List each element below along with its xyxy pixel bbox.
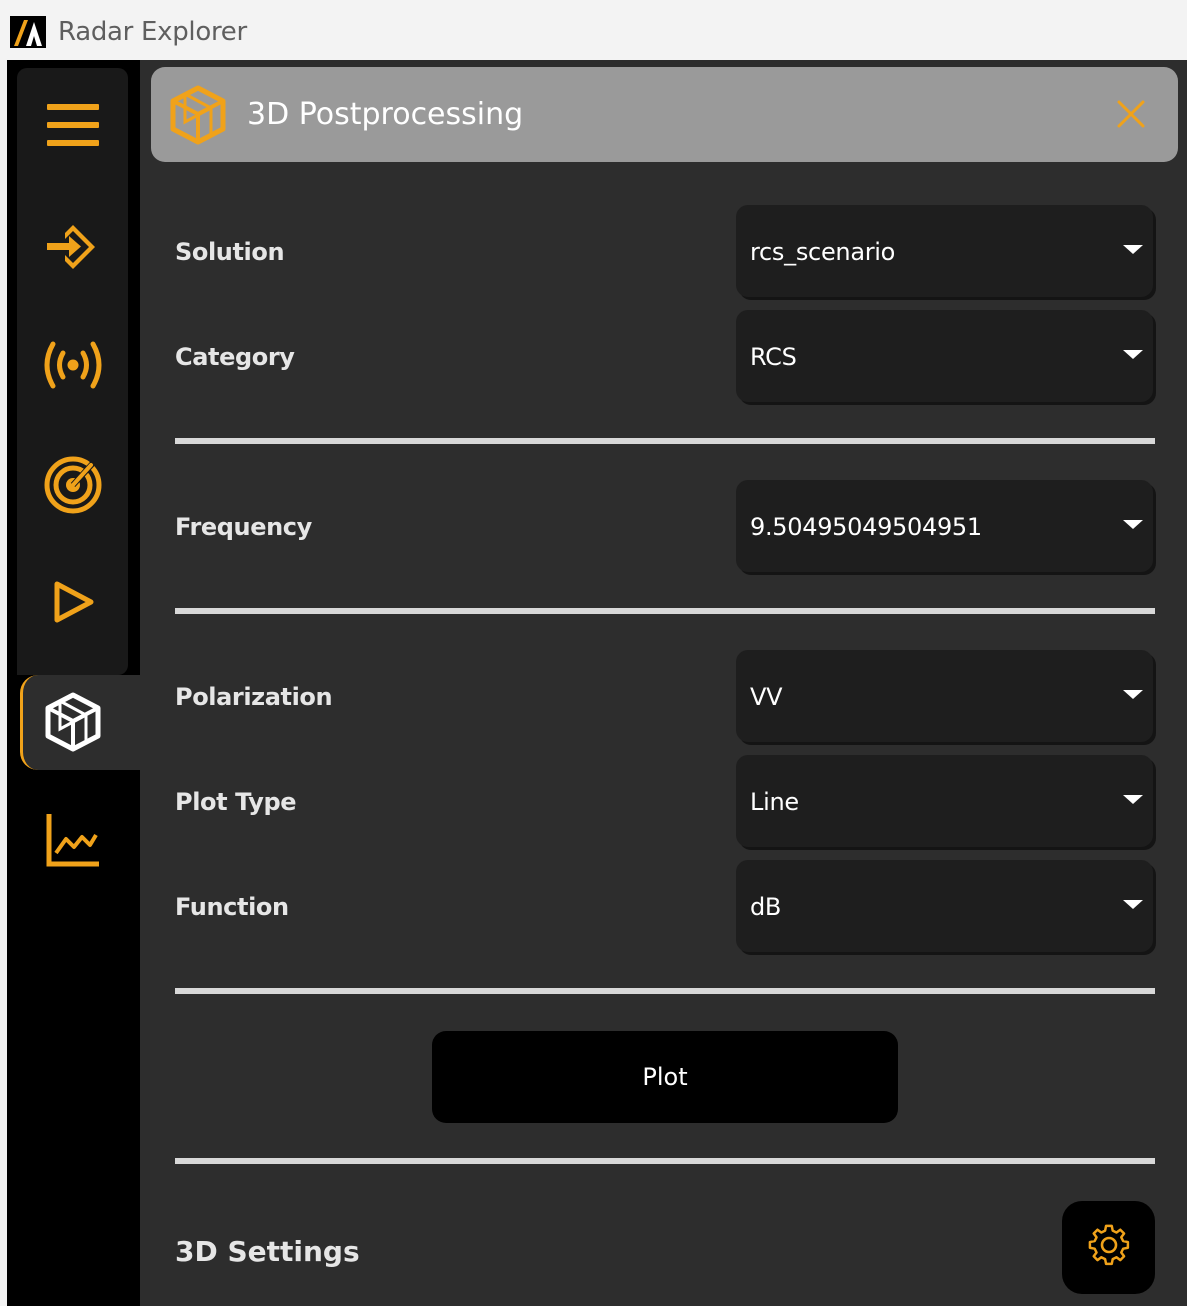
app-logo (10, 16, 46, 48)
frequency-label: Frequency (175, 513, 312, 541)
import-icon (43, 221, 103, 273)
sidebar-item-antenna[interactable] (17, 320, 128, 410)
cube-3d-icon (42, 691, 104, 753)
frequency-select[interactable]: 9.50495049504951 (736, 480, 1153, 572)
function-value: dB (750, 893, 782, 921)
sidebar-item-3d-postprocessing[interactable] (17, 677, 128, 767)
divider (175, 988, 1155, 994)
settings-button[interactable] (1062, 1201, 1155, 1294)
function-label: Function (175, 893, 289, 921)
solution-label: Solution (175, 238, 285, 266)
cube-3d-icon (167, 84, 229, 151)
close-icon (1111, 100, 1151, 138)
chevron-down-icon (1123, 245, 1143, 254)
antenna-signal-icon (41, 338, 105, 392)
divider (175, 1158, 1155, 1164)
panel-title: 3D Postprocessing (247, 97, 524, 132)
category-select[interactable]: RCS (736, 310, 1153, 402)
line-chart-icon (44, 811, 102, 869)
category-label: Category (175, 343, 295, 371)
hamburger-menu-icon (45, 102, 101, 148)
sidebar-item-import[interactable] (17, 202, 128, 292)
plot-type-select[interactable]: Line (736, 755, 1153, 847)
plot-button[interactable]: Plot (432, 1031, 898, 1123)
gear-icon (1088, 1224, 1130, 1271)
category-value: RCS (750, 343, 797, 371)
chevron-down-icon (1123, 900, 1143, 909)
solution-value: rcs_scenario (750, 238, 896, 266)
plot-type-value: Line (750, 788, 799, 816)
chevron-down-icon (1123, 795, 1143, 804)
title-bar: Radar Explorer (0, 0, 1187, 60)
function-select[interactable]: dB (736, 860, 1153, 952)
main-panel: 3D Postprocessing Solution rcs_scenario … (140, 60, 1187, 1306)
sidebar-item-run[interactable] (17, 557, 128, 647)
frequency-value: 9.50495049504951 (750, 513, 982, 541)
chevron-down-icon (1123, 690, 1143, 699)
app-title: Radar Explorer (58, 17, 247, 47)
panel-header: 3D Postprocessing (151, 67, 1178, 162)
sidebar-item-radar[interactable] (17, 440, 128, 530)
radar-icon (42, 454, 104, 516)
chevron-down-icon (1123, 520, 1143, 529)
close-button[interactable] (1111, 94, 1151, 134)
sidebar-item-charts[interactable] (17, 795, 128, 885)
divider (175, 608, 1155, 614)
polarization-select[interactable]: VV (736, 650, 1153, 742)
settings-title: 3D Settings (175, 1235, 360, 1268)
polarization-value: VV (750, 683, 783, 711)
play-icon (51, 580, 95, 624)
sidebar (7, 60, 140, 1306)
chevron-down-icon (1123, 350, 1143, 359)
divider (175, 438, 1155, 444)
sidebar-item-menu[interactable] (17, 80, 128, 170)
plot-type-label: Plot Type (175, 788, 297, 816)
polarization-label: Polarization (175, 683, 333, 711)
solution-select[interactable]: rcs_scenario (736, 205, 1153, 297)
